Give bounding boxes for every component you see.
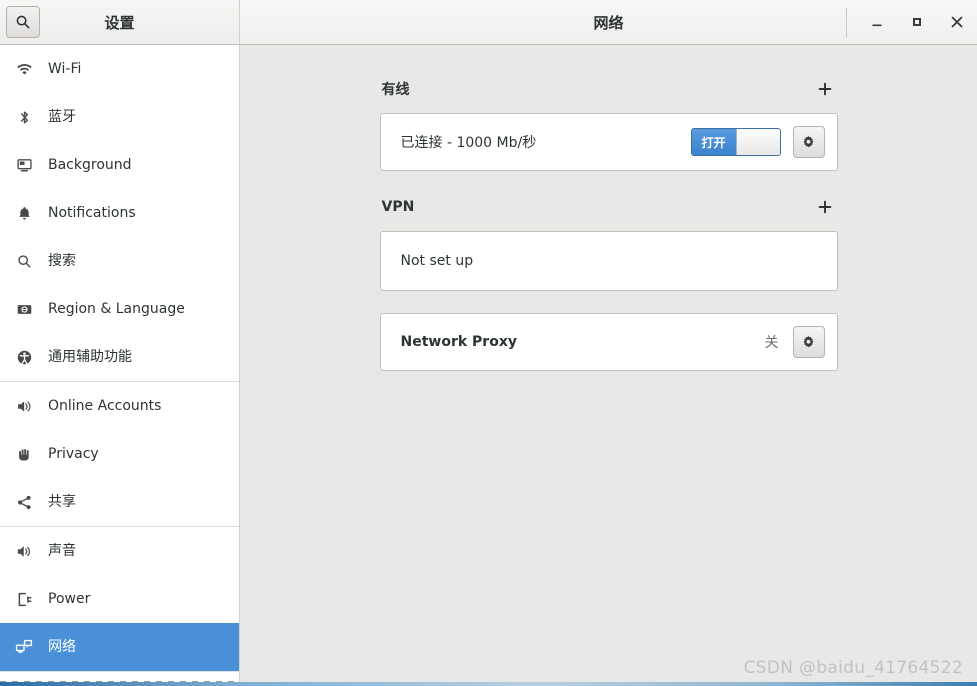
sidebar-item-search[interactable]: 搜索 xyxy=(0,237,239,285)
titlebar: 设置 网络 xyxy=(0,0,977,45)
add-vpn-button[interactable] xyxy=(814,196,836,218)
maximize-button[interactable] xyxy=(897,0,937,44)
share-icon xyxy=(12,494,36,511)
settings-window: 设置 网络 Wi-Fi 蓝牙 Background Notifications … xyxy=(0,0,977,686)
search-icon xyxy=(15,14,31,30)
vpn-section-title: VPN xyxy=(381,199,415,215)
wifi-icon xyxy=(12,61,36,78)
watermark: CSDN @baidu_41764522 xyxy=(743,658,963,678)
accessibility-icon xyxy=(12,349,36,366)
wired-card: 已连接 - 1000 Mb/秒 打开 xyxy=(379,113,838,171)
sidebar-item-notifications[interactable]: Notifications xyxy=(0,189,239,237)
wired-toggle-on-label: 打开 xyxy=(691,129,736,155)
sidebar-item-label: 通用辅助功能 xyxy=(48,349,132,365)
vpn-card: Not set up xyxy=(379,231,838,291)
wired-toggle[interactable]: 打开 xyxy=(690,128,781,156)
sidebar-item-wifi[interactable]: Wi-Fi xyxy=(0,45,239,93)
search-button[interactable] xyxy=(6,6,40,38)
wired-row: 已连接 - 1000 Mb/秒 打开 xyxy=(381,114,837,170)
sidebar-bottom-rule xyxy=(0,671,239,672)
online-accounts-icon xyxy=(12,398,36,415)
sidebar-item-power[interactable]: Power xyxy=(0,575,239,623)
plus-icon xyxy=(817,81,833,97)
titlebar-sidebar-section: 设置 xyxy=(0,0,240,44)
sidebar-item-sharing[interactable]: 共享 xyxy=(0,478,239,526)
sidebar-item-privacy[interactable]: Privacy xyxy=(0,430,239,478)
sidebar-item-region-language[interactable]: Region & Language xyxy=(0,285,239,333)
speaker-icon xyxy=(12,543,36,560)
sidebar-item-label: 蓝牙 xyxy=(48,109,76,125)
sidebar-item-label: 搜索 xyxy=(48,253,76,269)
sidebar-item-label: Wi-Fi xyxy=(48,61,82,77)
wired-section-header: 有线 xyxy=(380,75,838,103)
window-body: Wi-Fi 蓝牙 Background Notifications 搜索 Reg… xyxy=(0,45,977,686)
gear-icon xyxy=(801,135,816,150)
bell-icon xyxy=(12,205,36,222)
network-icon xyxy=(12,638,36,656)
sidebar-item-label: Region & Language xyxy=(48,301,185,317)
network-panel: 有线 已连接 - 1000 Mb/秒 打开 VPN Not set up Net… xyxy=(240,45,977,686)
window-controls-separator xyxy=(846,7,847,37)
bottom-edge-strip xyxy=(0,682,977,686)
add-wired-button[interactable] xyxy=(814,78,836,100)
vpn-row: Not set up xyxy=(381,232,837,290)
sidebar-item-label: Power xyxy=(48,591,91,607)
wired-status-text: 已连接 - 1000 Mb/秒 xyxy=(400,135,537,151)
hand-icon xyxy=(12,446,36,463)
close-icon xyxy=(949,14,965,30)
monitor-icon xyxy=(12,157,36,174)
gear-icon xyxy=(801,335,816,350)
sidebar-item-label: 声音 xyxy=(48,543,76,559)
network-proxy-settings-button[interactable] xyxy=(792,326,825,358)
close-button[interactable] xyxy=(937,0,977,44)
network-proxy-row: Network Proxy 关 xyxy=(381,314,837,370)
wired-section-title: 有线 xyxy=(381,82,410,98)
sidebar-item-network[interactable]: 网络 xyxy=(0,623,239,671)
sidebar-item-sound[interactable]: 声音 xyxy=(0,527,239,575)
wired-settings-button[interactable] xyxy=(792,126,825,158)
titlebar-main-section: 网络 xyxy=(240,0,977,44)
vpn-status-text: Not set up xyxy=(400,253,474,269)
network-proxy-label: Network Proxy xyxy=(400,334,517,350)
vpn-section-header: VPN xyxy=(380,193,838,221)
sidebar: Wi-Fi 蓝牙 Background Notifications 搜索 Reg… xyxy=(0,45,240,686)
plus-icon xyxy=(817,199,833,215)
power-icon xyxy=(12,591,36,608)
sidebar-item-label: 网络 xyxy=(48,639,76,655)
wired-toggle-knob xyxy=(735,129,780,155)
sidebar-item-label: Online Accounts xyxy=(48,398,162,414)
sidebar-item-online-accounts[interactable]: Online Accounts xyxy=(0,382,239,430)
sidebar-item-label: Privacy xyxy=(48,446,99,462)
sidebar-item-bluetooth[interactable]: 蓝牙 xyxy=(0,93,239,141)
network-panel-content: 有线 已连接 - 1000 Mb/秒 打开 VPN Not set up Net… xyxy=(379,45,838,371)
minimize-button[interactable] xyxy=(857,0,897,44)
sidebar-item-label: Notifications xyxy=(48,205,136,221)
maximize-icon xyxy=(910,15,924,29)
network-proxy-card: Network Proxy 关 xyxy=(379,313,838,371)
sidebar-item-background[interactable]: Background xyxy=(0,141,239,189)
bluetooth-icon xyxy=(12,109,36,126)
sidebar-item-label: Background xyxy=(48,157,132,173)
search-icon xyxy=(12,253,36,270)
region-icon xyxy=(12,301,36,318)
sidebar-item-label: 共享 xyxy=(48,494,76,510)
minimize-icon xyxy=(870,15,884,29)
network-proxy-status: 关 xyxy=(764,335,779,351)
window-controls xyxy=(846,0,977,44)
sidebar-item-universal-access[interactable]: 通用辅助功能 xyxy=(0,333,239,381)
